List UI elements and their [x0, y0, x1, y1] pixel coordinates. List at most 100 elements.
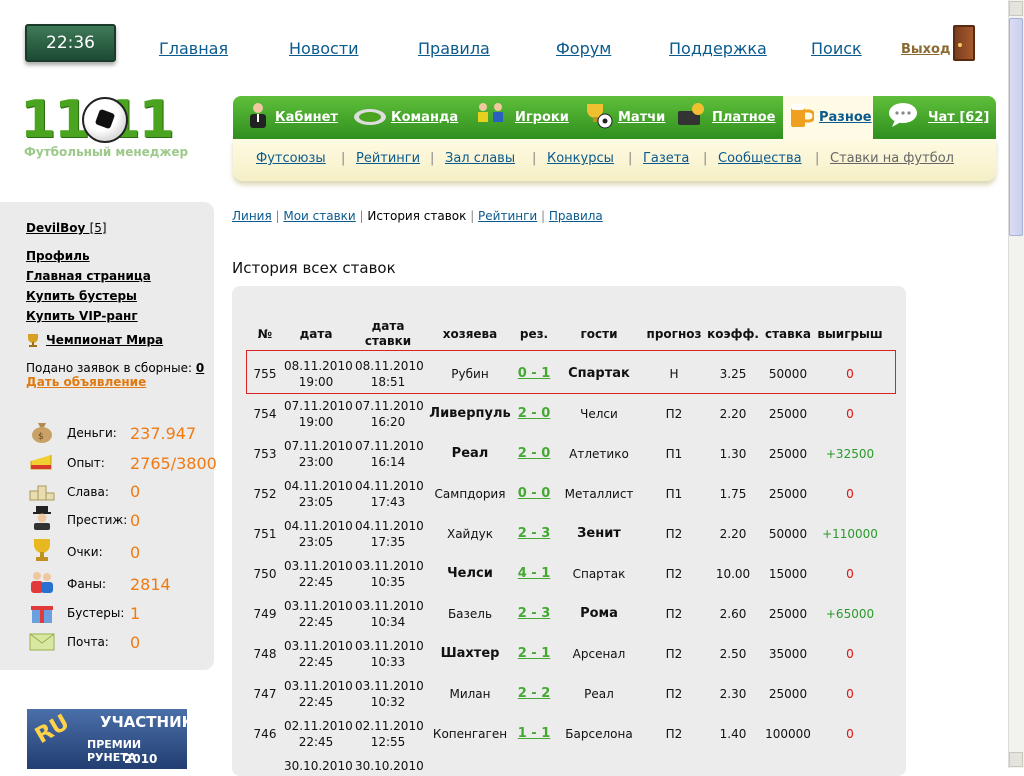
breadcrumb-history: История ставок [367, 209, 467, 223]
svg-text:$: $ [38, 432, 44, 442]
cell-bet-date: 04.11.2010 17:35 [355, 518, 424, 550]
cell-forecast: П1 [665, 447, 683, 461]
submenu-contests[interactable]: Конкурсы [547, 151, 614, 166]
stat-fans-label: Фаны: [67, 577, 107, 591]
cell-bet-date: 04.11.2010 [355, 519, 424, 533]
match-result-link[interactable]: 2 - 0 [510, 406, 558, 422]
match-result-link[interactable]: 4 - 1 [510, 566, 558, 582]
cell-bet-time: 12:55 [370, 735, 406, 749]
menu-paid[interactable]: Платное [712, 110, 775, 125]
breadcrumb: Линия | Мои ставки | История ставок | Ре… [232, 209, 603, 223]
cell-no: 748 [253, 647, 277, 661]
cell-stake: 25000 [768, 407, 808, 421]
exit-link[interactable]: Выход [901, 42, 950, 57]
match-result-link[interactable]: 2 - 3 [510, 526, 558, 542]
cell-forecast: П2 [665, 687, 683, 701]
cell-date: 04.11.2010 23:05 [284, 518, 353, 550]
col-header-date: дата [299, 327, 333, 341]
match-result-link[interactable]: 2 - 3 [510, 606, 558, 622]
scroll-up-arrow[interactable] [1009, 1, 1023, 16]
match-result-link[interactable]: 2 - 1 [510, 646, 558, 662]
cell-bet-time: 16:14 [370, 455, 406, 469]
cell-home: Милан [449, 687, 491, 701]
cell-forecast: П2 [665, 527, 683, 541]
submenu-newspaper[interactable]: Газета [643, 151, 689, 166]
username-link[interactable]: DevilBoy [26, 221, 85, 235]
match-result-link[interactable]: 1 - 1 [510, 726, 558, 742]
user-info: DevilBoy [5] [26, 221, 107, 235]
requests-count[interactable]: 0 [196, 361, 204, 375]
cell-date: 03.11.2010 22:45 [284, 678, 353, 710]
buy-vip-link[interactable]: Купить VIP-ранг [26, 309, 138, 323]
players-icon [478, 103, 503, 122]
cell-coef: 1.40 [719, 727, 747, 741]
submenu-ratings[interactable]: Рейтинги [356, 151, 420, 166]
cell-bet-date: 03.11.2010 10:35 [355, 558, 424, 590]
money-bag-icon: $ [32, 423, 52, 443]
menu-team[interactable]: Команда [391, 110, 458, 125]
col-header-away: гости [580, 327, 618, 341]
cell-away: Арсенал [572, 647, 626, 661]
place-ad-link[interactable]: Дать объявление [26, 375, 146, 389]
match-result-link[interactable]: 2 - 2 [510, 686, 558, 702]
submenu-futsoyuzy[interactable]: Футсоюзы [256, 151, 326, 166]
profile-link[interactable]: Профиль [26, 249, 90, 263]
menu-chat[interactable]: Чат [62] [928, 110, 989, 125]
menu-misc[interactable]: Разное [819, 110, 872, 125]
menu-players[interactable]: Игроки [515, 110, 569, 125]
cell-bet-date: 03.11.2010 10:32 [355, 678, 424, 710]
door-icon[interactable] [953, 25, 975, 61]
submenu-football-bets[interactable]: Ставки на футбол [830, 151, 954, 166]
nav-home-link[interactable]: Главная [159, 39, 228, 58]
breadcrumb-my-bets[interactable]: Мои ставки [283, 209, 355, 223]
stat-experience-label: Опыт: [67, 456, 105, 470]
cell-away: Барселона [565, 727, 633, 741]
cell-time: 22:45 [298, 695, 334, 709]
beer-icon [791, 104, 814, 127]
nav-support-link[interactable]: Поддержка [669, 39, 767, 58]
cell-stake: 25000 [768, 607, 808, 621]
submenu-hall-of-fame[interactable]: Зал славы [445, 151, 515, 166]
world-cup-link[interactable]: Чемпионат Мира [46, 333, 163, 347]
buy-boosters-link[interactable]: Купить бустеры [26, 289, 137, 303]
cell-bet-date: 02.11.2010 12:55 [355, 718, 424, 750]
podium-icon [29, 485, 55, 501]
match-result-link[interactable]: 2 - 0 [510, 446, 558, 462]
runet-award-banner[interactable]: RU УЧАСТНИК ПРЕМИИ РУНЕТА 2010 [27, 709, 187, 769]
cell-bet-date: 02.11.2010 [355, 719, 424, 733]
cell-win: +32500 [825, 447, 875, 461]
nav-rules-link[interactable]: Правила [418, 39, 490, 58]
cell-bet-date: 03.11.2010 [355, 639, 424, 653]
breadcrumb-line[interactable]: Линия [232, 209, 272, 223]
nav-search-link[interactable]: Поиск [811, 39, 862, 58]
cell-date: 04.11.2010 [284, 519, 353, 533]
cup-icon [34, 539, 50, 561]
menu-cabinet[interactable]: Кабинет [275, 110, 338, 125]
manager-icon [250, 103, 266, 128]
cell-time: 22:45 [298, 575, 334, 589]
home-page-link[interactable]: Главная страница [26, 269, 151, 283]
clock: 22:36 [25, 24, 116, 62]
scrollbar-thumb[interactable] [1009, 18, 1023, 236]
nav-news-link[interactable]: Новости [289, 39, 359, 58]
col-header-winnings: выигрыш [817, 327, 883, 341]
breadcrumb-rules[interactable]: Правила [549, 209, 603, 223]
cell-date: 03.11.2010 22:45 [284, 598, 353, 630]
stat-prestige-label: Престиж: [67, 513, 128, 527]
match-result-link[interactable]: 0 - 0 [510, 486, 558, 502]
cell-forecast: П1 [665, 487, 683, 501]
breadcrumb-ratings[interactable]: Рейтинги [478, 209, 537, 223]
cell-no: 750 [253, 567, 277, 581]
menu-matches[interactable]: Матчи [618, 110, 665, 125]
logo-subtitle: Футбольный менеджер [24, 145, 189, 159]
cell-bet-date: 07.11.2010 16:14 [355, 438, 424, 470]
main-menu-bar [233, 96, 996, 139]
cell-coef: 1.30 [719, 447, 747, 461]
cell-bet-date: 03.11.2010 [355, 679, 424, 693]
cell-date: 03.11.2010 22:45 [284, 558, 353, 590]
submenu-communities[interactable]: Сообщества [718, 151, 802, 166]
col-header-forecast: прогноз [646, 327, 702, 341]
cell-bet-time: 17:43 [370, 495, 406, 509]
nav-forum-link[interactable]: Форум [556, 39, 611, 58]
scroll-down-arrow[interactable] [1009, 752, 1023, 767]
